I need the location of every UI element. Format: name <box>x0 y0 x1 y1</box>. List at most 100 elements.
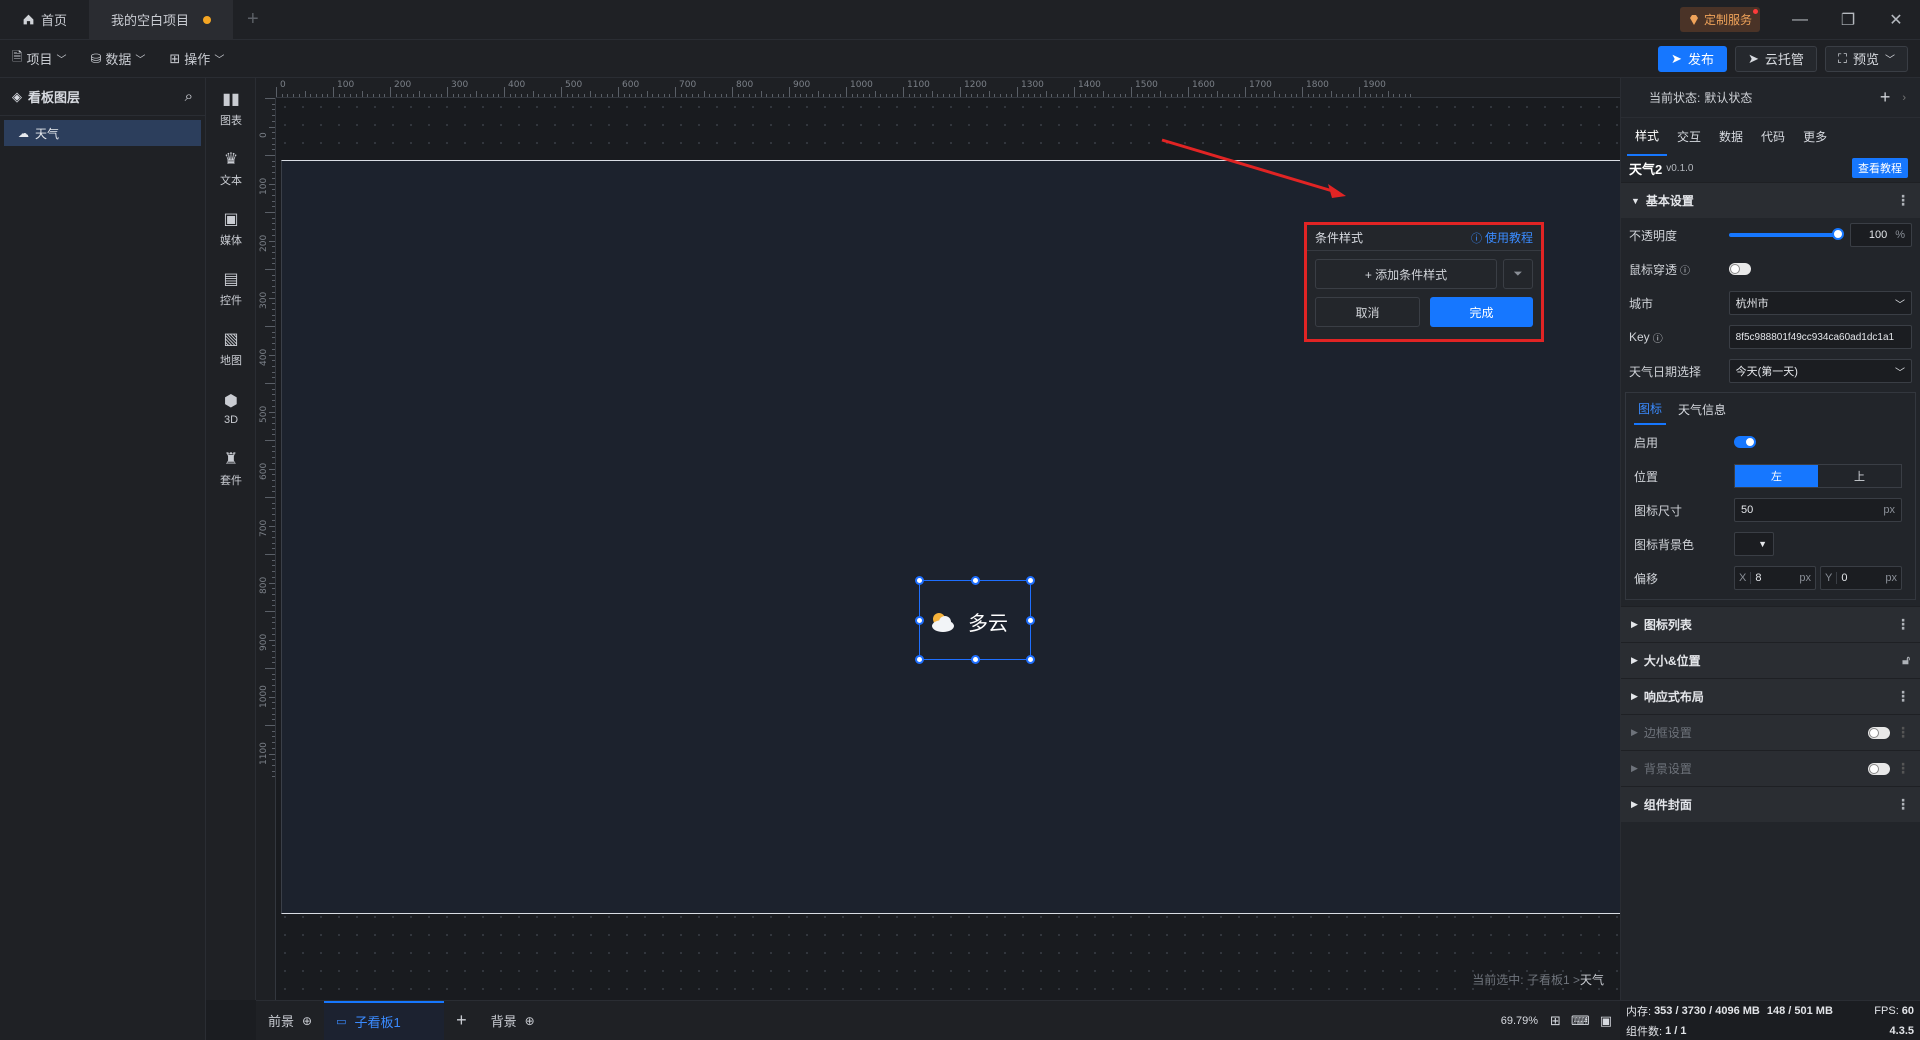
tab-home[interactable]: 首页 <box>0 0 89 40</box>
section-size-position[interactable]: ▶ 大小&位置 🔓︎ <box>1621 642 1920 678</box>
date-select[interactable]: 今天(第一天) ﹀ <box>1728 359 1912 383</box>
more-vertical-icon[interactable]: ⋮ <box>1896 796 1910 813</box>
weather-widget[interactable]: 多云 <box>915 576 1035 664</box>
done-button[interactable]: 完成 <box>1430 297 1533 327</box>
tool-kit[interactable]: ♜ 套件 <box>206 438 256 498</box>
section-icon-list[interactable]: ▶ 图标列表 ⋮ <box>1621 606 1920 642</box>
key-input[interactable]: 8f5c988801f49cc934ca60ad1dc1a1 <box>1728 325 1912 349</box>
border-toggle[interactable] <box>1868 726 1890 739</box>
help-link[interactable]: ⓘ 使用教程 <box>1471 229 1533 246</box>
ruler-tick <box>1273 91 1275 97</box>
state-value[interactable]: 默认状态 <box>1704 89 1752 106</box>
ruler-tick <box>823 94 825 97</box>
tool-map[interactable]: ▧ 地图 <box>206 318 256 378</box>
tab-style[interactable]: 样式 <box>1627 117 1668 156</box>
section-basic-settings[interactable]: ▼ 基本设置 ⋮ <box>1621 182 1920 218</box>
cloud-host-button[interactable]: ➤ 云托管 <box>1734 45 1817 72</box>
tab-foreground[interactable]: 前景 ⊕ <box>256 1001 324 1040</box>
lock-icon[interactable]: 🔓︎ <box>1902 653 1910 668</box>
tab-background[interactable]: 背景 ⊕ <box>479 1001 547 1040</box>
resize-handle[interactable] <box>971 655 980 664</box>
ruler-horizontal[interactable]: 0 100 200 300 400 500 600 700 800 900 1000 1100 1200… <box>276 78 1620 98</box>
opacity-slider[interactable] <box>1728 228 1845 240</box>
tab-project[interactable]: 我的空白项目 <box>89 0 234 40</box>
close-button[interactable]: ✕ <box>1872 0 1920 40</box>
canvas-area[interactable]: 0 100 200 300 400 500 600 700 800 900 1000 1100 1200… <box>256 78 1620 1000</box>
offset-x-input[interactable]: X 8 px <box>1734 566 1816 590</box>
keyboard-icon[interactable]: ⌨ <box>1571 1013 1590 1029</box>
ruler-tick <box>1022 94 1024 97</box>
more-vertical-icon[interactable]: ⋮ <box>1896 192 1910 209</box>
mouse-through-row: 鼠标穿透 ⓘ <box>1621 252 1920 286</box>
section-cover[interactable]: ▶ 组件封面 ⋮ <box>1621 786 1920 822</box>
slider-thumb[interactable] <box>1832 228 1845 240</box>
subtab-weather-info[interactable]: 天气信息 <box>1678 401 1726 418</box>
resize-handle[interactable] <box>1026 616 1035 625</box>
preview-label: 预览 <box>1852 52 1879 67</box>
background-toggle[interactable] <box>1868 762 1890 775</box>
publish-button[interactable]: ➤ 发布 <box>1658 45 1727 72</box>
tab-subboard[interactable]: ▭ 子看板1 <box>324 1000 445 1040</box>
preview-button[interactable]: ⛶ 预览 ﹀ <box>1824 45 1908 72</box>
add-state-icon[interactable]: + <box>1880 87 1891 108</box>
tool-control[interactable]: ▤ 控件 <box>206 258 256 318</box>
tool-3d[interactable]: ⬢ 3D <box>206 378 256 438</box>
opacity-input[interactable]: 100 % <box>1850 223 1912 247</box>
custom-service-button[interactable]: 定制服务 <box>1679 7 1760 32</box>
search-icon[interactable]: ⌕ <box>185 88 193 105</box>
layer-item[interactable]: ☁ 天气 <box>4 120 201 146</box>
tab-code[interactable]: 代码 <box>1753 118 1793 155</box>
new-tab-button[interactable]: + <box>233 8 273 31</box>
enable-toggle[interactable] <box>1734 436 1756 448</box>
more-vertical-icon[interactable]: ⋮ <box>1896 760 1910 777</box>
icon-size-input[interactable]: 50 px <box>1734 498 1902 522</box>
chevron-right-icon[interactable]: › <box>1902 92 1906 104</box>
resize-handle[interactable] <box>1026 576 1035 585</box>
restore-button[interactable]: ❐ <box>1824 0 1872 40</box>
minimize-button[interactable]: — <box>1776 0 1824 40</box>
position-left-option[interactable]: 左 <box>1735 465 1818 487</box>
section-responsive[interactable]: ▶ 响应式布局 ⋮ <box>1621 678 1920 714</box>
more-vertical-icon[interactable]: ⋮ <box>1896 688 1910 705</box>
terminal-icon[interactable]: ▣ <box>1600 1013 1612 1029</box>
offset-y-input[interactable]: Y 0 px <box>1820 566 1902 590</box>
tool-text[interactable]: ♛ 文本 <box>206 138 256 198</box>
subtab-icon[interactable]: 图标 <box>1634 394 1667 425</box>
menu-operate[interactable]: ⊞ 操作 ﹀ <box>157 40 236 78</box>
filter-clear-button[interactable]: ⏷ <box>1503 259 1533 289</box>
tool-media[interactable]: ▣ 媒体 <box>206 198 256 258</box>
ruler-vertical[interactable]: 0 100 200 300 400 500 600 700 800 900 1000 1100 <box>256 98 276 1000</box>
city-select[interactable]: 杭州市 ﹀ <box>1728 291 1912 315</box>
help-icon[interactable]: ⓘ <box>1653 330 1663 345</box>
tab-data[interactable]: 数据 <box>1711 118 1751 155</box>
tutorial-button[interactable]: 查看教程 <box>1852 158 1908 178</box>
section-background[interactable]: ▶ 背景设置 ⋮ <box>1621 750 1920 786</box>
zoom-level[interactable]: 69.79% <box>1501 1015 1538 1027</box>
resize-handle[interactable] <box>1026 655 1035 664</box>
custom-service-label: 定制服务 <box>1703 13 1752 27</box>
add-board-button[interactable]: + <box>444 1001 479 1040</box>
icon-bg-color-picker[interactable]: ▼ <box>1734 532 1774 556</box>
add-circle-icon[interactable]: ⊕ <box>302 1014 312 1028</box>
help-icon[interactable]: ⓘ <box>1680 262 1690 277</box>
mouse-through-toggle[interactable] <box>1729 263 1751 275</box>
section-border[interactable]: ▶ 边框设置 ⋮ <box>1621 714 1920 750</box>
ruler-tick <box>367 94 369 97</box>
add-circle-icon[interactable]: ⊕ <box>525 1014 535 1028</box>
resize-handle[interactable] <box>915 655 924 664</box>
menu-project[interactable]: 🗎 项目 ﹀ <box>0 40 78 78</box>
resize-handle[interactable] <box>915 576 924 585</box>
tool-chart[interactable]: ▮▮ 图表 <box>206 78 256 138</box>
ruler-tick-label: 1500 <box>1135 80 1158 90</box>
more-vertical-icon[interactable]: ⋮ <box>1896 724 1910 741</box>
menu-data[interactable]: ⛁ 数据 ﹀ <box>78 40 157 78</box>
add-condition-button[interactable]: + 添加条件样式 <box>1315 259 1497 289</box>
position-top-option[interactable]: 上 <box>1818 465 1901 487</box>
resize-handle[interactable] <box>915 616 924 625</box>
tab-more[interactable]: 更多 <box>1795 118 1835 155</box>
tab-interaction[interactable]: 交互 <box>1669 118 1709 155</box>
fit-screen-icon[interactable]: ⊞ <box>1550 1013 1561 1029</box>
cancel-button[interactable]: 取消 <box>1315 297 1420 327</box>
resize-handle[interactable] <box>971 576 980 585</box>
more-vertical-icon[interactable]: ⋮ <box>1896 616 1910 633</box>
